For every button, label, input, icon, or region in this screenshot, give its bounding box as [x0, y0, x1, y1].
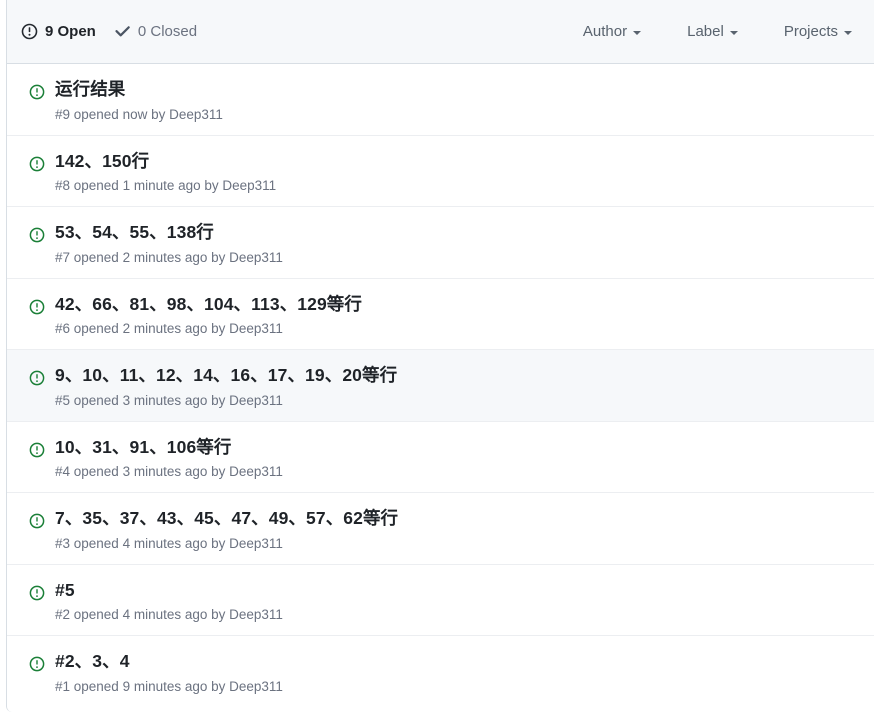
chevron-down-icon — [633, 30, 642, 35]
issue-row-body: 运行结果 #9 opened now by Deep311 — [55, 64, 858, 125]
issue-title[interactable]: 运行结果 — [55, 78, 858, 102]
issue-meta: #2 opened 4 minutes ago by Deep311 — [55, 607, 283, 623]
issue-title[interactable]: 9、10、11、12、14、16、17、19、20等行 — [55, 364, 858, 388]
issue-title[interactable]: 7、35、37、43、45、47、49、57、62等行 — [55, 507, 858, 531]
issue-row-6[interactable]: 42、66、81、98、104、113、129等行 #6 opened 2 mi… — [7, 278, 874, 350]
filter-menu-group: Author Label Projects — [583, 23, 852, 40]
issue-row-body: 7、35、37、43、45、47、49、57、62等行 #3 opened 4 … — [55, 493, 858, 554]
closed-issues-filter[interactable]: 0 Closed — [114, 23, 197, 40]
issue-row-body: #5 #2 opened 4 minutes ago by Deep311 — [55, 565, 858, 626]
issue-row-body: 142、150行 #8 opened 1 minute ago by Deep3… — [55, 136, 858, 197]
issue-row-body: 53、54、55、138行 #7 opened 2 minutes ago by… — [55, 207, 858, 268]
issue-opened-icon — [29, 84, 45, 100]
issues-list-panel: 9 Open 0 Closed Author Label Projects 运行… — [6, 0, 874, 712]
issue-row-5[interactable]: 9、10、11、12、14、16、17、19、20等行 #5 opened 3 … — [7, 350, 874, 422]
issue-meta: #6 opened 2 minutes ago by Deep311 — [55, 321, 283, 337]
issue-opened-icon — [29, 299, 45, 315]
issue-opened-icon — [29, 442, 45, 458]
label-filter-label: Label — [687, 23, 724, 40]
issue-opened-icon — [29, 227, 45, 243]
state-filter-group: 9 Open 0 Closed — [21, 23, 197, 40]
issue-meta: #7 opened 2 minutes ago by Deep311 — [55, 249, 283, 265]
issue-row-body: 10、31、91、106等行 #4 opened 3 minutes ago b… — [55, 422, 858, 483]
issue-row-body: #2、3、4 #1 opened 9 minutes ago by Deep31… — [55, 636, 858, 697]
issue-row-3[interactable]: 7、35、37、43、45、47、49、57、62等行 #3 opened 4 … — [7, 493, 874, 565]
issue-row-2[interactable]: #5 #2 opened 4 minutes ago by Deep311 — [7, 564, 874, 636]
issue-meta: #8 opened 1 minute ago by Deep311 — [55, 178, 277, 194]
issue-meta: #4 opened 3 minutes ago by Deep311 — [55, 464, 283, 480]
issue-opened-icon — [21, 23, 38, 40]
projects-filter-dropdown[interactable]: Projects — [784, 23, 852, 40]
issue-title[interactable]: 10、31、91、106等行 — [55, 436, 858, 460]
issues-list-header: 9 Open 0 Closed Author Label Projects — [7, 0, 874, 64]
issue-opened-icon — [29, 156, 45, 172]
author-filter-label: Author — [582, 23, 628, 40]
projects-filter-label: Projects — [783, 23, 838, 40]
issue-row-4[interactable]: 10、31、91、106等行 #4 opened 3 minutes ago b… — [7, 421, 874, 493]
issue-row-body: 9、10、11、12、14、16、17、19、20等行 #5 opened 3 … — [55, 350, 858, 411]
issues-list: 运行结果 #9 opened now by Deep311 142、150行 #… — [7, 64, 874, 708]
issue-opened-icon — [29, 585, 45, 601]
issue-row-8[interactable]: 142、150行 #8 opened 1 minute ago by Deep3… — [7, 135, 874, 207]
issue-row-1[interactable]: #2、3、4 #1 opened 9 minutes ago by Deep31… — [7, 636, 874, 708]
closed-issues-filter-label: 0 Closed — [137, 23, 198, 40]
chevron-down-icon — [729, 30, 738, 35]
issue-opened-icon — [29, 513, 45, 529]
author-filter-dropdown[interactable]: Author — [582, 23, 642, 40]
open-issues-filter[interactable]: 9 Open — [21, 23, 96, 40]
issue-opened-icon — [29, 656, 45, 672]
issue-meta: #1 opened 9 minutes ago by Deep311 — [55, 678, 283, 694]
open-issues-filter-label: 9 Open — [45, 23, 96, 40]
issue-title[interactable]: 53、54、55、138行 — [55, 221, 858, 245]
issue-title[interactable]: 42、66、81、98、104、113、129等行 — [55, 293, 858, 317]
issue-title[interactable]: 142、150行 — [55, 150, 858, 174]
label-filter-dropdown[interactable]: Label — [687, 23, 738, 40]
issue-meta: #9 opened now by Deep311 — [55, 106, 223, 122]
issue-row-7[interactable]: 53、54、55、138行 #7 opened 2 minutes ago by… — [7, 207, 874, 279]
issue-title[interactable]: #2、3、4 — [55, 650, 858, 674]
issue-meta: #5 opened 3 minutes ago by Deep311 — [55, 392, 283, 408]
chevron-down-icon — [844, 30, 852, 35]
issue-title[interactable]: #5 — [55, 579, 858, 603]
issue-row-9[interactable]: 运行结果 #9 opened now by Deep311 — [7, 64, 874, 136]
issue-meta: #3 opened 4 minutes ago by Deep311 — [55, 535, 283, 551]
issue-row-body: 42、66、81、98、104、113、129等行 #6 opened 2 mi… — [55, 279, 858, 340]
check-icon — [114, 23, 131, 40]
issue-opened-icon — [29, 370, 45, 386]
